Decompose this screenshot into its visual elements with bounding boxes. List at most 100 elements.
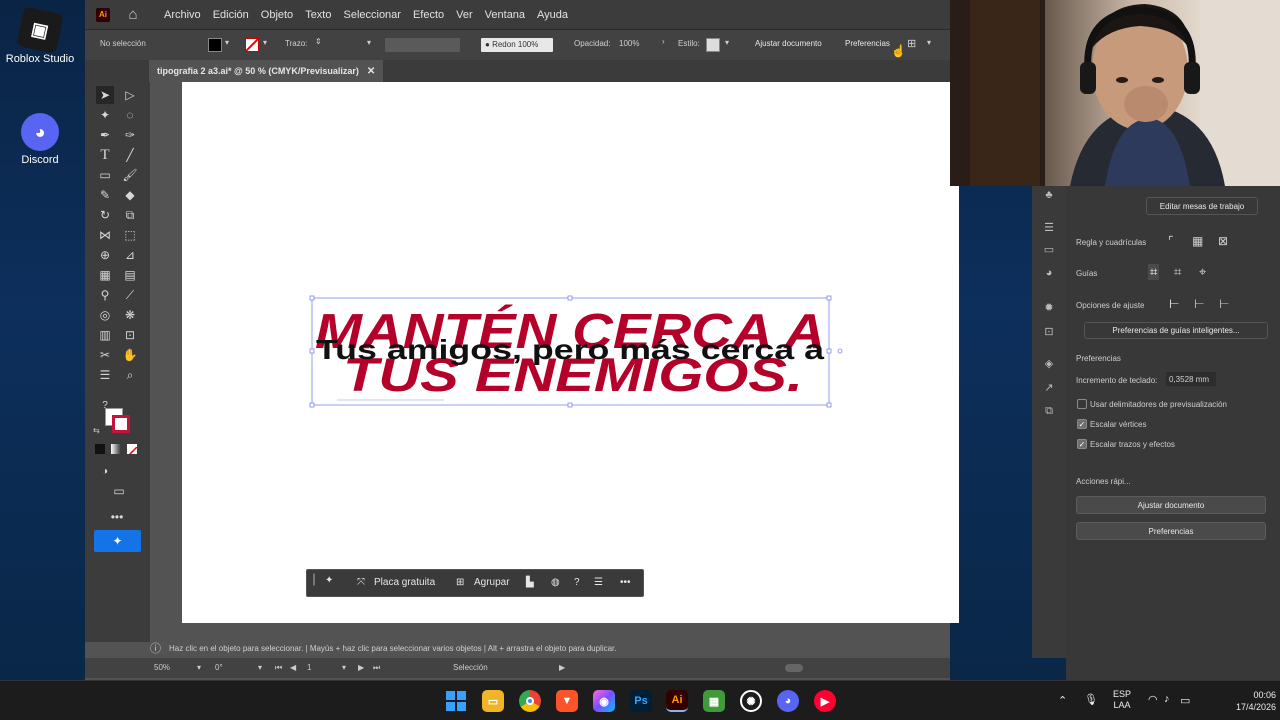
blend-tool-icon[interactable]: ◎: [96, 306, 114, 324]
symbol-sprayer-tool-icon[interactable]: ❋: [121, 306, 139, 324]
illustrator-icon[interactable]: Ai: [666, 690, 688, 712]
color-guide-icon[interactable]: ✹: [1042, 300, 1056, 314]
asset-export-icon[interactable]: ↗: [1042, 380, 1056, 394]
opacity-value[interactable]: 100%: [619, 39, 639, 48]
rectangle-tool-icon[interactable]: ▭: [96, 166, 114, 184]
menu-seleccionar[interactable]: Seleccionar: [343, 9, 400, 21]
menu-edicion[interactable]: Edición: [213, 9, 249, 21]
chevron-down-icon[interactable]: ▾: [258, 663, 262, 672]
keyboard-increment-field[interactable]: 0,3528 mm: [1166, 372, 1216, 386]
menu-texto[interactable]: Texto: [305, 9, 331, 21]
transparency-grid-icon[interactable]: ⊠: [1218, 234, 1228, 248]
preview-bounds-checkbox[interactable]: [1077, 399, 1087, 409]
battery-icon[interactable]: ▭: [1180, 694, 1190, 707]
mesh-tool-icon[interactable]: ▦: [96, 266, 114, 284]
menu-ver[interactable]: Ver: [456, 9, 473, 21]
snap-to-pixel-icon[interactable]: ⊢: [1194, 297, 1204, 311]
grid-icon[interactable]: ▦: [1192, 234, 1203, 248]
preferences-button[interactable]: Preferencias: [845, 39, 890, 48]
last-artboard-icon[interactable]: ⏭: [373, 663, 380, 673]
align-icon[interactable]: ▙: [526, 577, 534, 588]
artboard-tool-icon[interactable]: ⊡: [121, 326, 139, 344]
chevron-down-icon[interactable]: ▾: [342, 663, 346, 672]
microphone-icon[interactable]: 🎙: [1084, 693, 1098, 706]
shaper-tool-icon[interactable]: ✎: [96, 186, 114, 204]
zoom-value[interactable]: 50%: [154, 663, 170, 672]
scale-tool-icon[interactable]: ⧉: [121, 206, 139, 224]
line-tool-icon[interactable]: ╱: [121, 146, 139, 164]
document-tab[interactable]: tipografia 2 a3.ai* @ 50 % (CMYK/Previsu…: [149, 60, 384, 82]
first-artboard-icon[interactable]: ⏮: [275, 663, 282, 673]
menu-objeto[interactable]: Objeto: [261, 9, 293, 21]
magic-wand-tool-icon[interactable]: ✦: [96, 106, 114, 124]
width-tool-icon[interactable]: ⋈: [96, 226, 114, 244]
rulers-icon[interactable]: ⌜: [1168, 234, 1174, 248]
swap-colors-icon[interactable]: ⇆: [93, 426, 100, 435]
fit-document-quick-button[interactable]: Ajustar documento: [1076, 496, 1266, 514]
smart-guides-preferences-button[interactable]: Preferencias de guías inteligentes...: [1084, 322, 1268, 339]
brave-icon[interactable]: ▼: [556, 690, 578, 712]
recolor-icon[interactable]: ◍: [551, 577, 560, 588]
free-plate-button[interactable]: Placa gratuita: [374, 577, 435, 588]
language-indicator[interactable]: ESP LAA: [1113, 689, 1131, 711]
status-menu-arrow-icon[interactable]: ▶: [559, 663, 565, 672]
edit-toolbar-icon[interactable]: ☰: [96, 366, 114, 384]
screen-mode-icon[interactable]: ▭: [110, 482, 128, 500]
desktop-icon-discord[interactable]: ◕ Discord: [0, 113, 80, 166]
stroke-swatch[interactable]: [245, 38, 259, 52]
style-swatch[interactable]: [706, 38, 720, 52]
layers-icon[interactable]: ◈: [1042, 356, 1056, 370]
overlay-text[interactable]: Tus amigos, pero más cerca a: [316, 334, 825, 365]
column-graph-tool-icon[interactable]: ▥: [96, 326, 114, 344]
shape-builder-tool-icon[interactable]: ⊕: [96, 246, 114, 264]
artboards-panel-icon[interactable]: ▭: [1042, 242, 1056, 256]
photos-icon[interactable]: ◉: [593, 690, 615, 712]
libraries-icon[interactable]: ♣: [1042, 188, 1056, 202]
more-tools-icon[interactable]: •••: [108, 508, 126, 526]
type-tool-icon[interactable]: T: [96, 146, 114, 164]
horizontal-scrollbar[interactable]: [575, 664, 1020, 672]
selection-tool-icon[interactable]: ➤: [96, 86, 114, 104]
slice-tool-icon[interactable]: ✂: [96, 346, 114, 364]
gradient-tool-icon[interactable]: ▤: [121, 266, 139, 284]
group-button[interactable]: Agrupar: [474, 577, 510, 588]
guides-icon[interactable]: ⌗: [1148, 264, 1160, 280]
help-circle-icon[interactable]: ⓘ: [150, 640, 161, 656]
chevron-down-icon[interactable]: ▾: [367, 38, 371, 47]
chevron-down-icon[interactable]: ▾: [263, 38, 267, 47]
fill-stroke-widget[interactable]: ⇆: [93, 408, 137, 438]
smart-guides-icon[interactable]: ⌖: [1199, 264, 1206, 280]
menu-icon[interactable]: ☰: [594, 577, 603, 588]
more-options-icon[interactable]: •••: [620, 577, 631, 588]
menu-archivo[interactable]: Archivo: [164, 9, 201, 21]
snap-to-point-icon[interactable]: ⊢: [1169, 297, 1179, 311]
perspective-grid-tool-icon[interactable]: ⊿: [121, 246, 139, 264]
swatches-icon[interactable]: ◕: [1042, 266, 1056, 280]
pen-tool-icon[interactable]: ✒: [96, 126, 114, 144]
scale-corners-checkbox[interactable]: ✓: [1077, 419, 1087, 429]
chevron-down-icon[interactable]: ▾: [725, 38, 729, 47]
chatgpt-icon[interactable]: ✺: [740, 690, 762, 712]
rotate-tool-icon[interactable]: ↻: [96, 206, 114, 224]
lasso-tool-icon[interactable]: ◌: [121, 106, 139, 124]
export-icon[interactable]: ⊡: [1042, 324, 1056, 338]
chrome-icon[interactable]: [519, 690, 541, 712]
close-icon[interactable]: ✕: [367, 66, 375, 77]
curvature-tool-icon[interactable]: ✑: [121, 126, 139, 144]
scrollbar-thumb[interactable]: [785, 664, 803, 672]
rotation-value[interactable]: 0°: [215, 663, 223, 672]
color-mode-icon[interactable]: [95, 444, 105, 454]
stepper-icon[interactable]: ⇕: [315, 37, 322, 46]
chevron-down-icon[interactable]: ▾: [225, 38, 229, 47]
windows-start-icon[interactable]: [445, 690, 467, 712]
previous-artboard-icon[interactable]: ◀: [290, 663, 296, 672]
stroke-box[interactable]: [112, 415, 130, 433]
none-mode-icon[interactable]: [127, 444, 137, 454]
eyedropper-tool-icon[interactable]: ⚲: [96, 286, 114, 304]
youtube-music-icon[interactable]: ▶: [814, 690, 836, 712]
menu-efecto[interactable]: Efecto: [413, 9, 444, 21]
menu-ayuda[interactable]: Ayuda: [537, 9, 568, 21]
photoshop-icon[interactable]: Ps: [630, 690, 652, 712]
fill-swatch[interactable]: [208, 38, 222, 52]
gradient-mode-icon[interactable]: [111, 444, 121, 454]
